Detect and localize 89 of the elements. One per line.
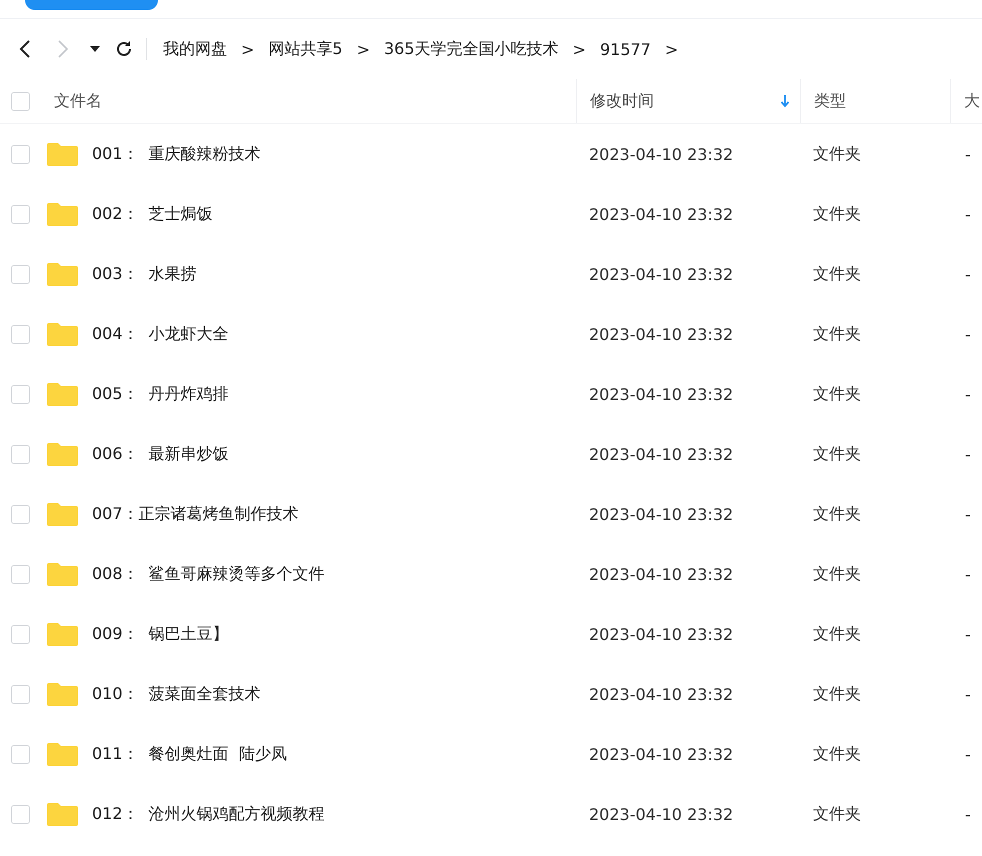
breadcrumb-link[interactable]: 91577: [600, 40, 651, 58]
file-type: 文件夹: [813, 804, 861, 824]
modified-time: 2023-04-10 23:32: [589, 204, 734, 224]
checkbox[interactable]: [11, 264, 30, 284]
breadcrumb-separator: >: [356, 40, 370, 58]
file-type: 文件夹: [813, 264, 861, 284]
breadcrumb-link[interactable]: 365天学完全国小吃技术: [384, 38, 559, 60]
modified-time: 2023-04-10 23:32: [589, 264, 734, 284]
folder-icon: [47, 382, 78, 406]
column-header[interactable]: 类型: [800, 79, 950, 123]
folder-name[interactable]: 011： 餐创奥灶面 陆少凤: [92, 744, 287, 764]
folder-icon: [47, 322, 78, 346]
file-type: 文件夹: [813, 324, 861, 344]
folder-name[interactable]: 003： 水果捞: [92, 264, 197, 284]
file-size: -: [965, 444, 971, 464]
checkbox[interactable]: [11, 204, 30, 224]
file-size: -: [965, 324, 971, 344]
file-type: 文件夹: [813, 504, 861, 524]
file-type: 文件夹: [813, 564, 861, 584]
column-header[interactable]: 文件名: [44, 79, 576, 123]
file-type: 文件夹: [813, 204, 861, 224]
breadcrumb-separator: >: [664, 40, 678, 58]
folder-icon: [47, 802, 78, 826]
file-type: 文件夹: [813, 744, 861, 764]
folder-name[interactable]: 008： 鲨鱼哥麻辣烫等多个文件: [92, 564, 325, 584]
file-type: 文件夹: [813, 144, 861, 164]
modified-time: 2023-04-10 23:32: [589, 444, 734, 464]
folder-name[interactable]: 009： 锅巴土豆】: [92, 624, 229, 644]
file-size: -: [965, 684, 971, 704]
modified-time: 2023-04-10 23:32: [589, 744, 734, 764]
folder-name[interactable]: 010： 菠菜面全套技术: [92, 684, 261, 704]
folder-icon: [47, 442, 78, 466]
folder-icon: [47, 622, 78, 646]
checkbox[interactable]: [11, 504, 30, 524]
folder-name[interactable]: 002： 芝士焗饭: [92, 204, 213, 224]
modified-time: 2023-04-10 23:32: [589, 624, 734, 644]
folder-icon: [47, 682, 78, 706]
file-type: 文件夹: [813, 624, 861, 644]
folder-icon: [47, 742, 78, 766]
folder-name[interactable]: 012： 沧州火锅鸡配方视频教程: [92, 804, 325, 824]
breadcrumb-link[interactable]: 我的网盘: [163, 38, 227, 60]
breadcrumb-link[interactable]: 网站共享5: [268, 38, 343, 60]
refresh-icon[interactable]: [114, 39, 134, 59]
file-size: -: [965, 624, 971, 644]
checkbox[interactable]: [11, 92, 30, 110]
file-size: -: [965, 144, 971, 164]
column-header[interactable]: 大: [950, 79, 982, 123]
file-size: -: [965, 564, 971, 584]
sort-arrow-icon[interactable]: [780, 94, 790, 108]
file-size: -: [965, 204, 971, 224]
checkbox[interactable]: [11, 444, 30, 464]
folder-icon: [47, 202, 78, 226]
checkbox[interactable]: [11, 684, 30, 704]
caret-icon[interactable]: [90, 46, 100, 52]
file-type: 文件夹: [813, 444, 861, 464]
folder-name[interactable]: 006： 最新串炒饭: [92, 444, 229, 464]
modified-time: 2023-04-10 23:32: [589, 384, 734, 404]
checkbox[interactable]: [11, 564, 30, 584]
checkbox[interactable]: [11, 324, 30, 344]
file-size: -: [965, 744, 971, 764]
file-size: -: [965, 804, 971, 824]
modified-time: 2023-04-10 23:32: [589, 144, 734, 164]
file-size: -: [965, 384, 971, 404]
file-type: 文件夹: [813, 684, 861, 704]
modified-time: 2023-04-10 23:32: [589, 324, 734, 344]
file-size: -: [965, 264, 971, 284]
checkbox[interactable]: [11, 804, 30, 824]
checkbox[interactable]: [11, 384, 30, 404]
column-header[interactable]: 修改时间: [576, 79, 800, 123]
breadcrumb-separator: >: [241, 40, 254, 58]
modified-time: 2023-04-10 23:32: [589, 564, 734, 584]
button[interactable]: [25, 0, 158, 10]
file-type: 文件夹: [813, 384, 861, 404]
modified-time: 2023-04-10 23:32: [589, 804, 734, 824]
file-size: -: [965, 504, 971, 524]
folder-name[interactable]: 001： 重庆酸辣粉技术: [92, 144, 261, 164]
breadcrumb-separator: >: [572, 40, 586, 58]
folder-icon: [47, 502, 78, 526]
modified-time: 2023-04-10 23:32: [589, 684, 734, 704]
folder-icon: [47, 142, 78, 166]
folder-icon: [47, 562, 78, 586]
folder-name[interactable]: 005： 丹丹炸鸡排: [92, 384, 229, 404]
checkbox[interactable]: [11, 624, 30, 644]
modified-time: 2023-04-10 23:32: [589, 504, 734, 524]
checkbox[interactable]: [11, 744, 30, 764]
folder-name[interactable]: 004： 小龙虾大全: [92, 324, 229, 344]
folder-icon: [47, 262, 78, 286]
folder-name[interactable]: 007：正宗诸葛烤鱼制作技术: [92, 504, 299, 524]
checkbox[interactable]: [11, 144, 30, 164]
